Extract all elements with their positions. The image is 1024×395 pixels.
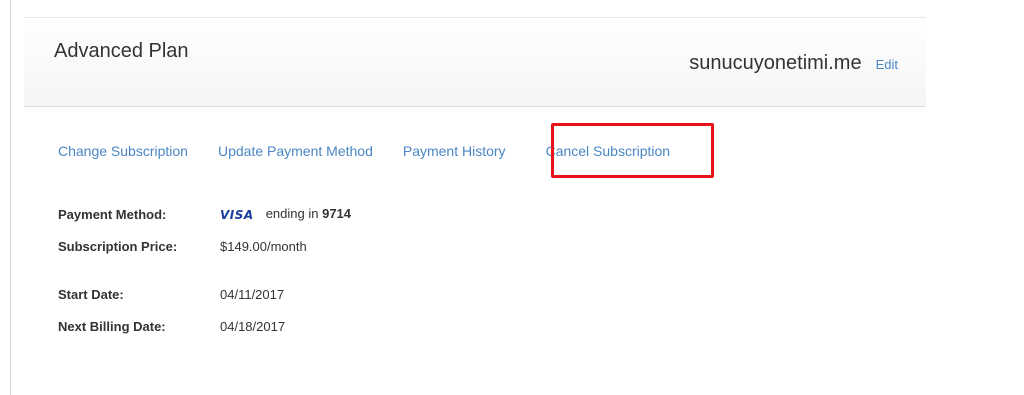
payment-method-row: Payment Method: VISA ending in 9714 bbox=[58, 203, 351, 225]
cancel-highlight-box bbox=[551, 123, 714, 178]
change-subscription-link[interactable]: Change Subscription bbox=[58, 143, 188, 159]
start-date-row: Start Date: 04/11/2017 bbox=[58, 283, 351, 305]
card-last4: 9714 bbox=[322, 206, 352, 222]
next-billing-label: Next Billing Date: bbox=[58, 318, 166, 334]
payment-history-link[interactable]: Payment History bbox=[403, 143, 506, 159]
update-payment-method-link[interactable]: Update Payment Method bbox=[218, 143, 373, 159]
price-row: Subscription Price: $149.00/month bbox=[58, 235, 351, 257]
plan-title: Advanced Plan bbox=[54, 40, 189, 62]
ending-in-text: ending in bbox=[265, 206, 319, 222]
card-header: Advanced Plan sunucuyonetimi.me Edit bbox=[24, 17, 926, 107]
next-billing-value: 04/18/2017 bbox=[220, 318, 286, 334]
domain-wrap: sunucuyonetimi.me Edit bbox=[689, 52, 898, 75]
subscription-card: Advanced Plan sunucuyonetimi.me Edit Cha… bbox=[24, 17, 926, 395]
price-label: Subscription Price: bbox=[58, 238, 178, 254]
price-value: $149.00/month bbox=[220, 238, 307, 254]
page: Advanced Plan sunucuyonetimi.me Edit Cha… bbox=[0, 0, 1024, 395]
start-date-label: Start Date: bbox=[58, 286, 124, 302]
payment-method-value: VISA ending in 9714 bbox=[220, 206, 351, 222]
subscription-details: Payment Method: VISA ending in 9714 Subsc… bbox=[58, 203, 351, 347]
edit-domain-link[interactable]: Edit bbox=[876, 57, 898, 72]
next-billing-row: Next Billing Date: 04/18/2017 bbox=[58, 315, 351, 337]
domain-name: sunucuyonetimi.me bbox=[689, 52, 862, 74]
payment-method-label: Payment Method: bbox=[58, 206, 167, 222]
visa-logo: VISA bbox=[220, 207, 254, 222]
left-border bbox=[10, 0, 11, 395]
start-date-value: 04/11/2017 bbox=[220, 286, 285, 302]
